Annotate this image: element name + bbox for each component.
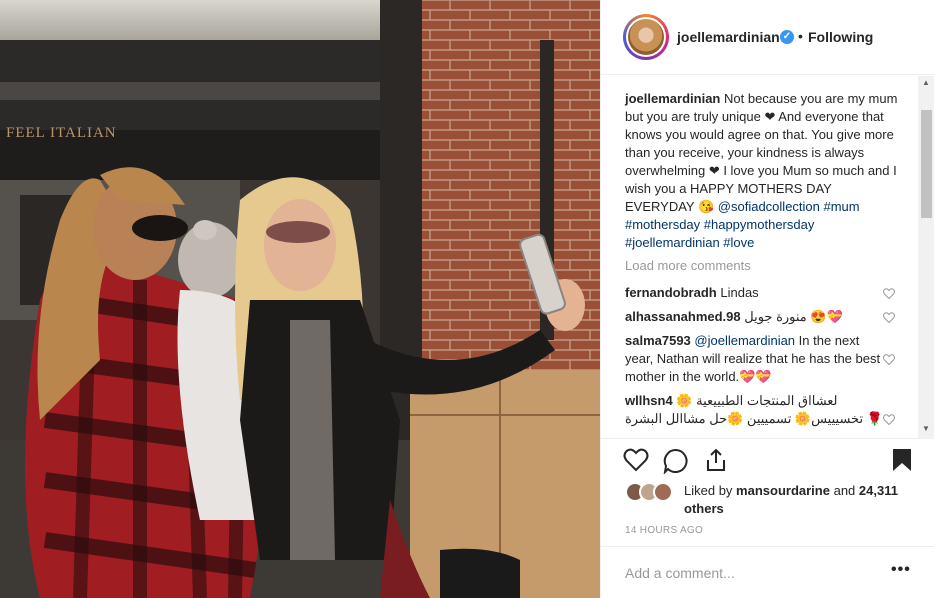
- author-username[interactable]: joellemardinian: [677, 29, 780, 45]
- comment-text: Lindas: [720, 285, 759, 300]
- scroll-down-arrow-icon[interactable]: ▼: [922, 424, 930, 433]
- comment-like-heart-icon[interactable]: [883, 414, 895, 425]
- comment-item: alhassanahmed.98 منورة جويل 😍💝: [625, 308, 885, 326]
- likes-prefix: Liked by: [684, 483, 733, 498]
- likes-summary: Liked by mansourdarine and 24,311 others: [625, 482, 915, 522]
- comments-list[interactable]: joellemardinian Not because you are my m…: [601, 76, 934, 438]
- comment-icon[interactable]: [663, 448, 689, 474]
- share-icon[interactable]: [704, 448, 728, 472]
- comment-text: منورة جويل 😍💝: [744, 309, 843, 324]
- load-more-comments-link[interactable]: Load more comments: [625, 258, 751, 273]
- add-comment-input[interactable]: [623, 561, 887, 585]
- action-bar: [601, 438, 934, 482]
- likes-joiner: and: [833, 483, 856, 498]
- post-timestamp[interactable]: 14 HOURS AGO: [625, 525, 703, 536]
- post-header: joellemardinian ✓ • Following: [601, 0, 934, 75]
- post-photo-illustration: [0, 0, 600, 598]
- post-side-panel: joellemardinian ✓ • Following joellemard…: [600, 0, 934, 598]
- add-comment-bar: •••: [601, 546, 934, 598]
- liker-avatars[interactable]: [625, 482, 681, 502]
- storefront-sign: FEEL ITALIAN: [6, 125, 117, 141]
- caption-text: Not because you are my mum but you are t…: [625, 91, 898, 214]
- comment-like-heart-icon[interactable]: [883, 288, 895, 299]
- header-separator: •: [798, 28, 803, 44]
- caption-username[interactable]: joellemardinian: [625, 91, 720, 106]
- comment-like-heart-icon[interactable]: [883, 312, 895, 323]
- following-button[interactable]: Following: [808, 29, 873, 45]
- more-options-button[interactable]: •••: [891, 561, 911, 579]
- comment-username[interactable]: alhassanahmed.98: [625, 309, 741, 324]
- liker-username[interactable]: mansourdarine: [736, 483, 830, 498]
- comment-username[interactable]: salma7593: [625, 333, 691, 348]
- heart-icon[interactable]: [623, 448, 649, 472]
- post-caption: joellemardinian Not because you are my m…: [625, 90, 899, 252]
- verified-badge-icon: ✓: [780, 30, 794, 44]
- likes-text: Liked by mansourdarine and 24,311 others: [684, 482, 924, 518]
- comment-item: wllhsn4 لعشااق المنتجات الطبييعية 🌼 تخسي…: [625, 392, 885, 428]
- scroll-up-arrow-icon[interactable]: ▲: [922, 78, 930, 87]
- comment-username[interactable]: wllhsn4: [625, 393, 673, 408]
- comment-mention[interactable]: @joellemardinian: [694, 333, 795, 348]
- author-avatar[interactable]: [623, 14, 669, 60]
- post-photo[interactable]: FEEL ITALIAN: [0, 0, 600, 598]
- comment-item: salma7593 @joellemardinian In the next y…: [625, 332, 885, 386]
- bookmark-icon[interactable]: [892, 448, 912, 472]
- scrollbar-thumb[interactable]: [921, 110, 932, 218]
- comment-like-heart-icon[interactable]: [883, 354, 895, 365]
- comment-username[interactable]: fernandobradh: [625, 285, 717, 300]
- comment-item: fernandobradh Lindas: [625, 284, 885, 302]
